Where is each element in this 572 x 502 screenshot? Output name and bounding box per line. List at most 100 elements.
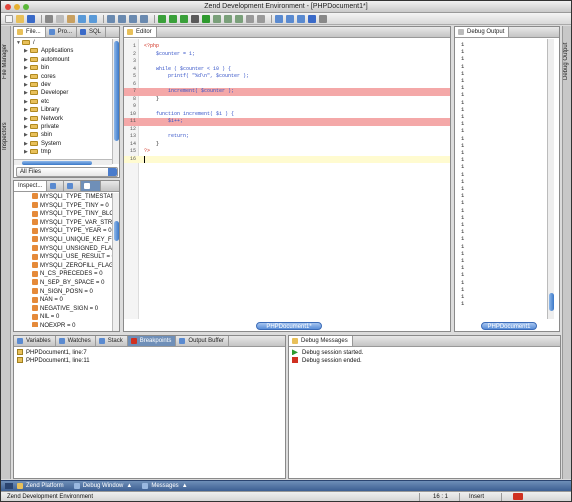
new-file-icon[interactable] xyxy=(5,14,13,23)
disclosure-closed-icon[interactable]: ▶ xyxy=(24,89,29,97)
tab-watches[interactable]: Watches xyxy=(56,336,96,346)
copy-icon[interactable] xyxy=(56,14,64,23)
inspector-item[interactable]: N_SEP_BY_SPACE = 0 xyxy=(32,279,104,287)
inspector-item[interactable]: N_SIGN_POSN = 0 xyxy=(32,288,93,296)
disclosure-closed-icon[interactable]: ▶ xyxy=(24,56,29,64)
tree-folder[interactable]: ▶ Library xyxy=(24,106,59,114)
code-line[interactable]: 16 xyxy=(124,155,450,163)
profile-icon[interactable] xyxy=(275,14,283,23)
inspector-item[interactable]: MYSQLI_TYPE_YEAR = 0 xyxy=(32,227,112,235)
scroll-thumb[interactable] xyxy=(114,41,119,141)
tab-functions[interactable] xyxy=(64,181,82,191)
tab-output-buffer[interactable]: Output Buffer xyxy=(176,336,229,346)
disclosure-closed-icon[interactable]: ▶ xyxy=(24,140,29,148)
inspector-scrollbar[interactable] xyxy=(112,193,119,331)
tab-sql[interactable]: SQL xyxy=(77,27,107,37)
tree-folder[interactable]: ▶ bin xyxy=(24,64,49,72)
tab-debug-output[interactable]: Debug Output xyxy=(455,27,510,37)
help-icon[interactable] xyxy=(308,14,316,23)
tree-root[interactable]: ▼ / xyxy=(16,39,35,47)
save-icon[interactable] xyxy=(27,14,35,23)
tree-folder[interactable]: ▶ automount xyxy=(24,56,69,64)
scroll-thumb[interactable] xyxy=(549,293,554,311)
tree-folder[interactable]: ▶ private xyxy=(24,123,59,131)
stop-icon[interactable] xyxy=(257,14,265,23)
inspector-item[interactable]: NOEXPR = 0 xyxy=(32,322,76,327)
tree-folder[interactable]: ▶ etc xyxy=(24,98,49,106)
code-line[interactable]: 9 xyxy=(124,103,450,111)
disclosure-closed-icon[interactable]: ▶ xyxy=(24,98,29,106)
tab-breakpoints[interactable]: Breakpoints xyxy=(127,336,177,346)
tree-folder[interactable]: ▶ Developer xyxy=(24,89,68,97)
back-icon[interactable] xyxy=(169,14,177,23)
disclosure-closed-icon[interactable]: ▶ xyxy=(24,115,29,123)
debug-output-scrollbar[interactable] xyxy=(547,39,554,319)
forward-icon[interactable] xyxy=(180,14,188,23)
inspector-item[interactable]: MYSQLI_TYPE_VAR_STRING xyxy=(32,219,112,227)
side-tab-file-manager[interactable]: File Manager xyxy=(2,31,10,91)
open-file-icon[interactable] xyxy=(16,14,24,23)
code-line[interactable]: 5 printf( "%d\n", $counter ); xyxy=(124,73,450,81)
editor-document-tab[interactable]: PHPDocument1* xyxy=(256,322,322,330)
code-line[interactable]: 6 xyxy=(124,81,450,89)
step-out-icon[interactable] xyxy=(235,14,243,23)
replace-icon[interactable] xyxy=(129,14,137,23)
disclosure-closed-icon[interactable]: ▶ xyxy=(24,106,29,114)
side-tab-inspectors[interactable]: Inspectors xyxy=(2,111,10,161)
paste-icon[interactable] xyxy=(67,14,75,23)
disclosure-open-icon[interactable]: ▼ xyxy=(16,39,21,47)
inspector-item[interactable]: MYSQLI_USE_RESULT = 0 xyxy=(32,253,112,261)
scroll-thumb[interactable] xyxy=(22,161,92,165)
run-icon[interactable] xyxy=(202,14,210,23)
file-tree-scrollbar[interactable] xyxy=(112,39,119,164)
inspector-item[interactable]: MYSQLI_TYPE_TIMESTAMP xyxy=(32,193,112,201)
file-tree-hscrollbar[interactable] xyxy=(14,159,112,165)
cvs-icon[interactable] xyxy=(297,14,305,23)
inspector-item[interactable]: MYSQLI_UNSIGNED_FLAG xyxy=(32,245,112,253)
tree-folder[interactable]: ▶ sbin xyxy=(24,131,52,139)
code-line[interactable]: 14 } xyxy=(124,141,450,149)
inspector-item[interactable]: MYSQLI_UNIQUE_KEY_FLAG xyxy=(32,236,112,244)
inspector-item[interactable]: NAN = 0 xyxy=(32,296,63,304)
tab-stack[interactable]: Stack xyxy=(96,336,128,346)
goto-line-icon[interactable] xyxy=(140,14,148,23)
tab-debug-messages[interactable]: Debug Messages xyxy=(289,336,353,346)
step-over-icon[interactable] xyxy=(224,14,232,23)
code-line[interactable]: 10 function increment( $i ) { xyxy=(124,111,450,119)
tab-constants[interactable] xyxy=(81,181,102,191)
dock-messages[interactable]: Messages ▲ xyxy=(142,483,188,489)
tree-folder[interactable]: ▶ System xyxy=(24,140,61,148)
inspector-item[interactable]: MYSQLI_TYPE_TINY = 0 xyxy=(32,202,109,210)
inspector-item[interactable]: NIL = 0 xyxy=(32,313,59,321)
tab-editor[interactable]: Editor xyxy=(124,27,157,37)
inspector-item[interactable]: MYSQLI_TYPE_TINY_BLOB xyxy=(32,210,112,218)
code-area[interactable]: 1 <?php 2 $counter = 1; 3 4 while ( $counter… xyxy=(124,43,450,313)
tab-file-system[interactable]: File... xyxy=(14,27,46,37)
dock-debug-window[interactable]: Debug Window ▲ xyxy=(73,483,132,489)
disclosure-closed-icon[interactable]: ▶ xyxy=(24,47,29,55)
code-line[interactable]: 1 <?php xyxy=(124,43,450,51)
debug-output-document-tab[interactable]: PHPDocument1 xyxy=(481,322,537,330)
tab-outline[interactable] xyxy=(47,181,65,191)
inspector-item[interactable]: N_CS_PRECEDES = 0 xyxy=(32,270,103,278)
tree-folder[interactable]: ▶ dev xyxy=(24,81,51,89)
code-line[interactable]: 13 return; xyxy=(124,133,450,141)
tab-projects[interactable]: Pro... xyxy=(46,27,78,37)
inspector-item[interactable]: NEGATIVE_SIGN = 0 xyxy=(32,305,98,313)
disclosure-closed-icon[interactable]: ▶ xyxy=(24,148,29,156)
side-tab-debug-output[interactable]: Debug Output xyxy=(563,31,571,91)
disclosure-closed-icon[interactable]: ▶ xyxy=(24,73,29,81)
breakpoint-row[interactable]: PHPDocument1, line:11 xyxy=(17,357,90,365)
disclosure-closed-icon[interactable]: ▶ xyxy=(24,64,29,72)
debug-icon[interactable] xyxy=(191,14,199,23)
file-filter-select[interactable]: All Files xyxy=(16,167,118,177)
tree-folder[interactable]: ▶ Applications xyxy=(24,47,73,55)
customize-icon[interactable] xyxy=(319,14,327,23)
disclosure-closed-icon[interactable]: ▶ xyxy=(24,123,29,131)
inspector-item[interactable]: MYSQLI_ZEROFILL_FLAG = xyxy=(32,262,112,270)
code-line[interactable]: 3 xyxy=(124,58,450,66)
step-into-icon[interactable] xyxy=(213,14,221,23)
tab-variables[interactable]: Variables xyxy=(14,336,56,346)
undo-icon[interactable] xyxy=(78,14,86,23)
scroll-thumb[interactable] xyxy=(114,221,119,241)
